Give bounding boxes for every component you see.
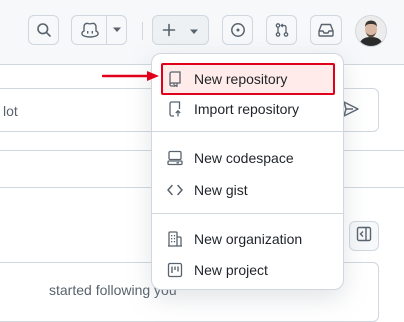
create-new-button[interactable] [152,15,209,45]
git-pull-request-icon [274,22,290,38]
repo-icon [167,71,183,87]
triangle-down-icon [189,29,199,35]
header-divider [142,22,143,40]
search-icon [36,22,52,38]
pull-requests-button[interactable] [266,15,297,45]
menu-item-label: New repository [194,71,288,87]
copilot-input-text: lot [3,103,18,119]
split-divider [106,16,107,44]
triangle-down-icon[interactable] [112,27,122,33]
menu-item-label: New organization [194,231,303,247]
menu-item-new-project[interactable]: New project [161,254,335,286]
menu-divider [152,213,343,214]
repo-push-icon [167,101,183,117]
menu-item-new-gist[interactable]: New gist [161,174,335,206]
organization-icon [167,231,183,247]
copilot-icon [81,22,99,38]
plus-icon [162,23,176,37]
search-button[interactable] [28,15,59,45]
paper-airplane-icon[interactable] [341,99,361,124]
project-icon [167,262,183,278]
menu-item-import-repository[interactable]: Import repository [161,93,335,125]
codespaces-icon [167,150,183,166]
menu-item-new-organization[interactable]: New organization [161,223,335,255]
code-icon [167,182,183,198]
menu-item-new-codespace[interactable]: New codespace [161,142,335,174]
menu-item-label: New gist [194,182,248,198]
menu-item-label: New project [194,262,268,278]
avatar[interactable] [355,15,387,47]
menu-divider [152,131,343,132]
menu-item-label: New codespace [194,150,294,166]
menu-item-label: Import repository [194,101,300,117]
sidebar-expand-icon [356,226,372,247]
inbox-button[interactable] [310,15,342,45]
annotation-arrow-icon [101,69,160,87]
copilot-button[interactable] [71,15,127,45]
toggle-sidebar-button[interactable] [349,221,379,251]
create-new-menu: New repository Import repository New cod… [151,53,344,290]
issues-button[interactable] [222,15,253,45]
inbox-icon [318,22,334,38]
issue-opened-icon [230,22,246,38]
menu-item-new-repository[interactable]: New repository [161,63,335,95]
